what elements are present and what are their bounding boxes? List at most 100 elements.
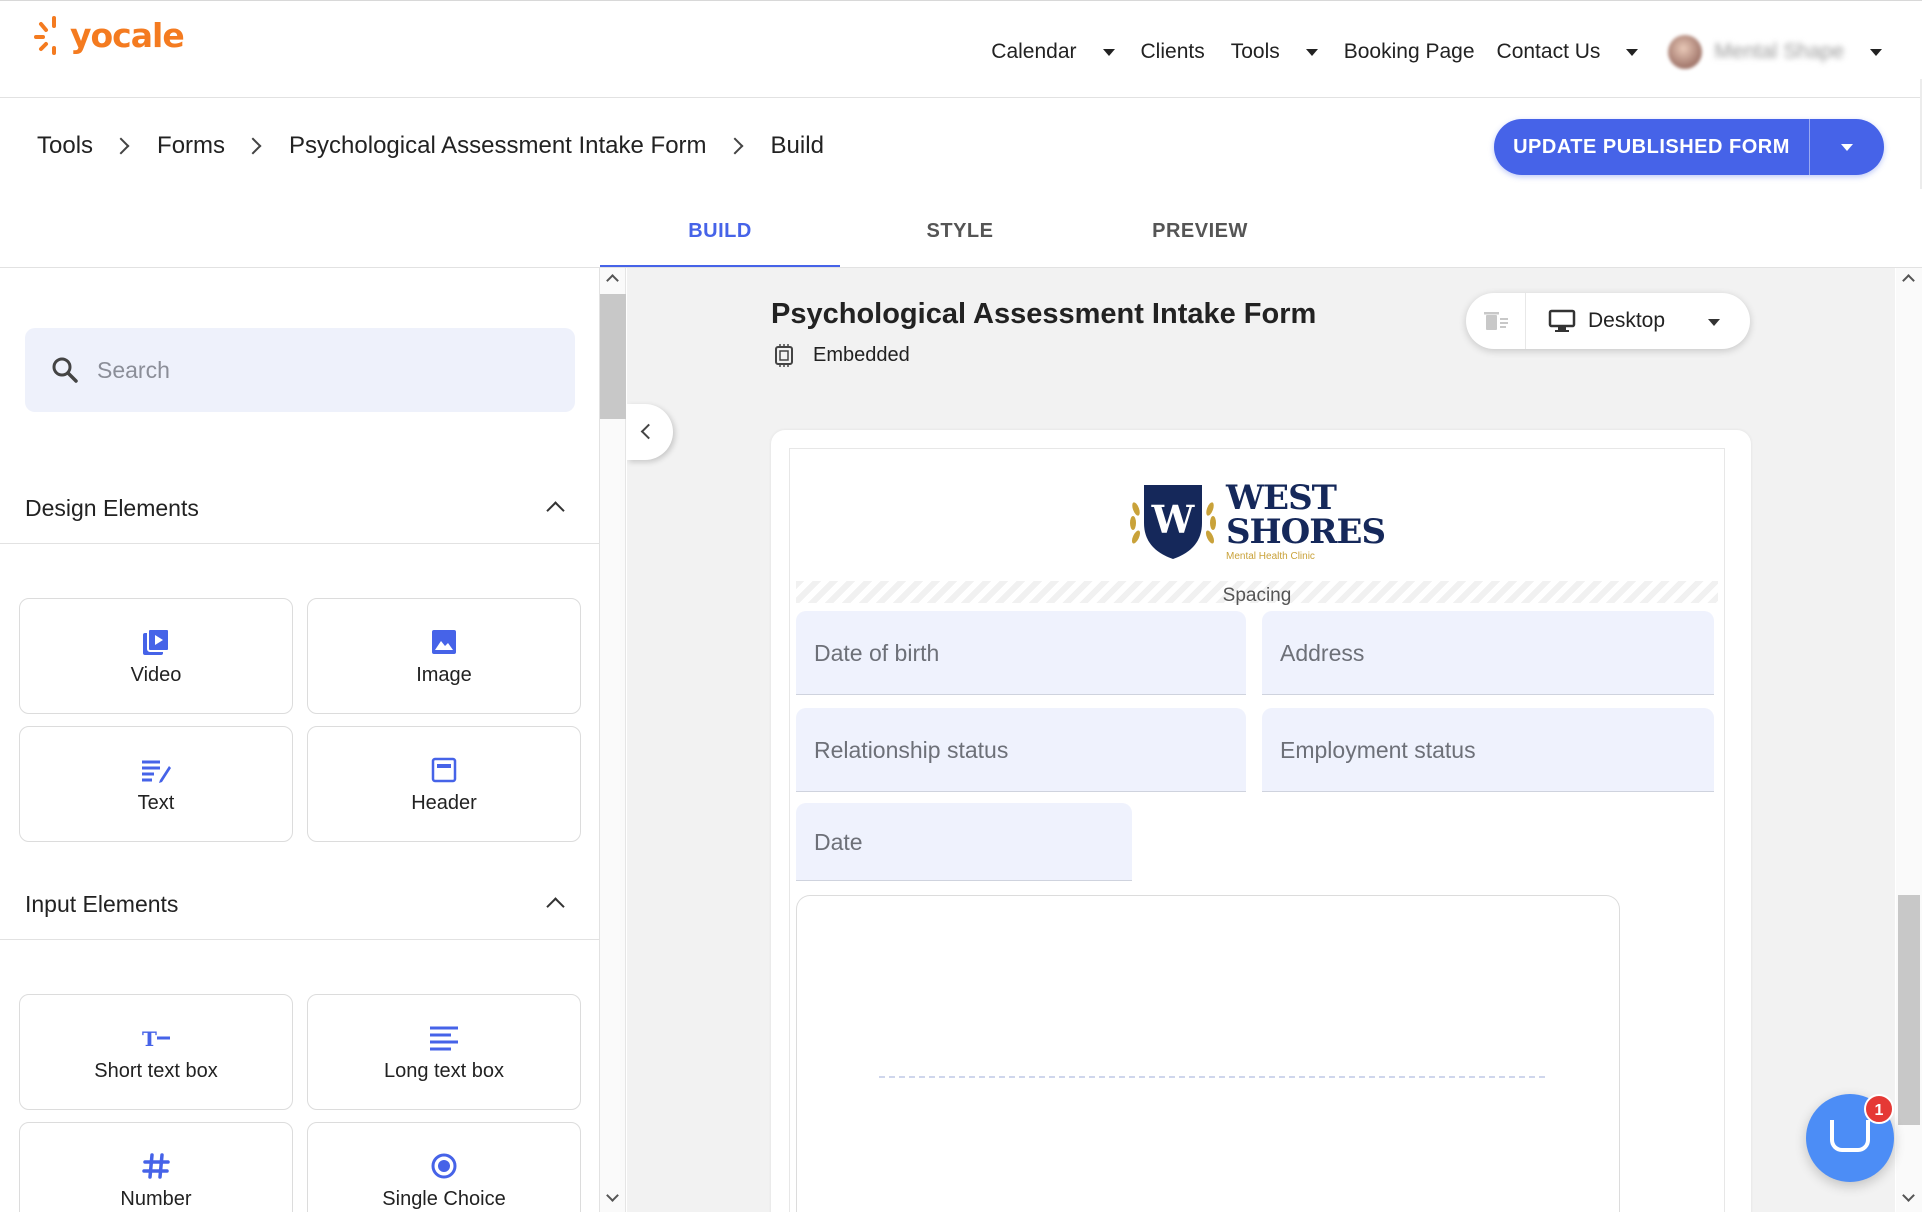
breadcrumb: Tools Forms Psychological Assessment Int… (37, 132, 824, 160)
update-published-form-button[interactable]: UPDATE PUBLISHED FORM (1494, 119, 1884, 175)
element-short-text-box-label: Short text box (94, 1059, 218, 1082)
spacing-block[interactable]: Spacing (796, 581, 1718, 606)
nav-tools-label: Tools (1230, 40, 1280, 63)
nav-contact-us[interactable]: Contact Us (1497, 40, 1639, 64)
field-date-of-birth[interactable]: Date of birth (796, 611, 1246, 695)
long-text-icon (430, 1026, 458, 1050)
element-single-choice[interactable]: Single Choice (307, 1122, 581, 1212)
element-text-label: Text (137, 791, 175, 814)
shield-emblem-icon: W (1130, 485, 1216, 559)
tab-preview[interactable]: PREVIEW (1080, 210, 1320, 268)
chevron-down-icon[interactable] (1102, 48, 1115, 56)
design-elements-title: Design Elements (25, 495, 199, 521)
chevron-right-icon (726, 137, 744, 155)
chevron-up-icon[interactable] (546, 897, 565, 916)
canvas-scrollbar[interactable] (1896, 268, 1922, 1212)
emblem-letter: W (1151, 497, 1196, 542)
element-long-text-box-label: Long text box (383, 1059, 505, 1082)
clinic-logo-image[interactable]: W WEST SHORES Mental Health Clinic (1128, 477, 1386, 563)
header-icon (431, 757, 457, 782)
field-employment-status[interactable]: Employment status (1262, 708, 1714, 792)
radio-icon (431, 1153, 457, 1178)
element-header-label: Header (411, 791, 477, 814)
breadcrumb-tools[interactable]: Tools (37, 132, 93, 160)
chevron-up-icon[interactable] (546, 501, 565, 520)
elements-sidebar: Search Design Elements Video Image Text (0, 268, 600, 1212)
nav-calendar[interactable]: Calendar (991, 40, 1115, 64)
clinic-name-line-1: WEST (1226, 477, 1337, 518)
clear-form-button[interactable] (1466, 293, 1526, 349)
form-body: W WEST SHORES Mental Health Clinic Spaci… (789, 448, 1725, 1212)
search-input[interactable]: Search (25, 328, 575, 412)
element-header[interactable]: Header (307, 726, 581, 842)
update-published-form-label[interactable]: UPDATE PUBLISHED FORM (1494, 119, 1810, 175)
chevron-down-icon[interactable] (1870, 48, 1882, 56)
avatar[interactable] (1668, 35, 1703, 69)
input-elements-header[interactable]: Input Elements (0, 870, 599, 940)
short-text-icon: T (142, 1027, 170, 1050)
sun-logo-icon (34, 16, 56, 55)
account-menu[interactable]: Mental Shape (1638, 35, 1882, 69)
nav-booking-page[interactable]: Booking Page (1344, 40, 1475, 64)
chevron-down-icon[interactable] (1708, 319, 1720, 326)
device-selector-label[interactable]: Desktop (1548, 309, 1665, 333)
chat-notification-badge: 1 (1864, 1094, 1894, 1124)
scroll-up-icon[interactable] (1902, 274, 1915, 287)
element-number[interactable]: Number (19, 1122, 293, 1212)
sidebar-scrollbar[interactable] (600, 268, 626, 1212)
scroll-down-icon[interactable] (606, 1189, 619, 1202)
form-title: Psychological Assessment Intake Form (771, 298, 1317, 330)
scrollbar-thumb[interactable] (600, 294, 626, 419)
breadcrumb-forms[interactable]: Forms (157, 132, 225, 160)
nav-contact-us-label: Contact Us (1496, 40, 1601, 63)
tab-build[interactable]: BUILD (600, 210, 840, 268)
publish-options-dropdown[interactable] (1810, 143, 1884, 151)
scroll-up-icon[interactable] (606, 274, 619, 287)
breadcrumb-build: Build (770, 132, 824, 159)
embed-chip-icon (775, 344, 793, 367)
clinic-name-line-2: SHORES (1226, 511, 1386, 552)
scroll-down-icon[interactable] (1902, 1189, 1915, 1202)
logo-wordmark: yocale (70, 15, 185, 55)
chat-widget-button[interactable]: 1 (1806, 1094, 1894, 1182)
yocale-logo[interactable]: yocale (34, 15, 185, 55)
field-date[interactable]: Date (796, 803, 1132, 881)
signature-line (879, 1076, 1545, 1078)
chevron-down-icon (1841, 143, 1853, 151)
form-canvas: Psychological Assessment Intake Form Emb… (627, 268, 1895, 1212)
device-name: Desktop (1588, 309, 1666, 332)
chevron-right-icon (112, 137, 130, 155)
chevron-down-icon[interactable] (1626, 48, 1639, 56)
scrollbar-thumb[interactable] (1898, 895, 1920, 1125)
chevron-down-icon[interactable] (1305, 48, 1318, 56)
signature-pad[interactable] (796, 895, 1620, 1212)
element-short-text-box[interactable]: T Short text box (19, 994, 293, 1110)
number-icon (142, 1152, 170, 1179)
input-elements-title: Input Elements (25, 891, 179, 917)
breadcrumb-form-name[interactable]: Psychological Assessment Intake Form (289, 132, 707, 160)
field-address[interactable]: Address (1262, 611, 1714, 695)
element-video[interactable]: Video (19, 598, 293, 714)
collapse-sidebar-button[interactable] (627, 404, 673, 460)
field-relationship-status[interactable]: Relationship status (796, 708, 1246, 792)
top-navigation-bar: yocale Calendar Clients Tools Booking Pa… (0, 0, 1922, 98)
chevron-left-icon (640, 423, 657, 440)
element-video-label: Video (130, 663, 182, 686)
element-long-text-box[interactable]: Long text box (307, 994, 581, 1110)
embed-status-label: Embedded (813, 343, 910, 366)
nav-clients[interactable]: Clients (1141, 40, 1205, 64)
nav-tools[interactable]: Tools (1231, 40, 1318, 64)
element-text[interactable]: Text (19, 726, 293, 842)
element-image[interactable]: Image (307, 598, 581, 714)
design-elements-header[interactable]: Design Elements (0, 474, 599, 544)
device-selector[interactable]: Desktop (1466, 293, 1750, 349)
element-number-label: Number (120, 1187, 192, 1210)
clinic-name: WEST SHORES Mental Health Clinic (1226, 477, 1386, 562)
account-name: Mental Shape (1714, 40, 1844, 63)
search-icon (52, 357, 78, 383)
builder-tabs: BUILD STYLE PREVIEW (600, 210, 1920, 268)
nav-booking-page-label: Booking Page (1343, 40, 1475, 63)
desktop-icon (1548, 309, 1576, 332)
trash-icon (1483, 312, 1508, 330)
tab-style[interactable]: STYLE (840, 210, 1080, 268)
